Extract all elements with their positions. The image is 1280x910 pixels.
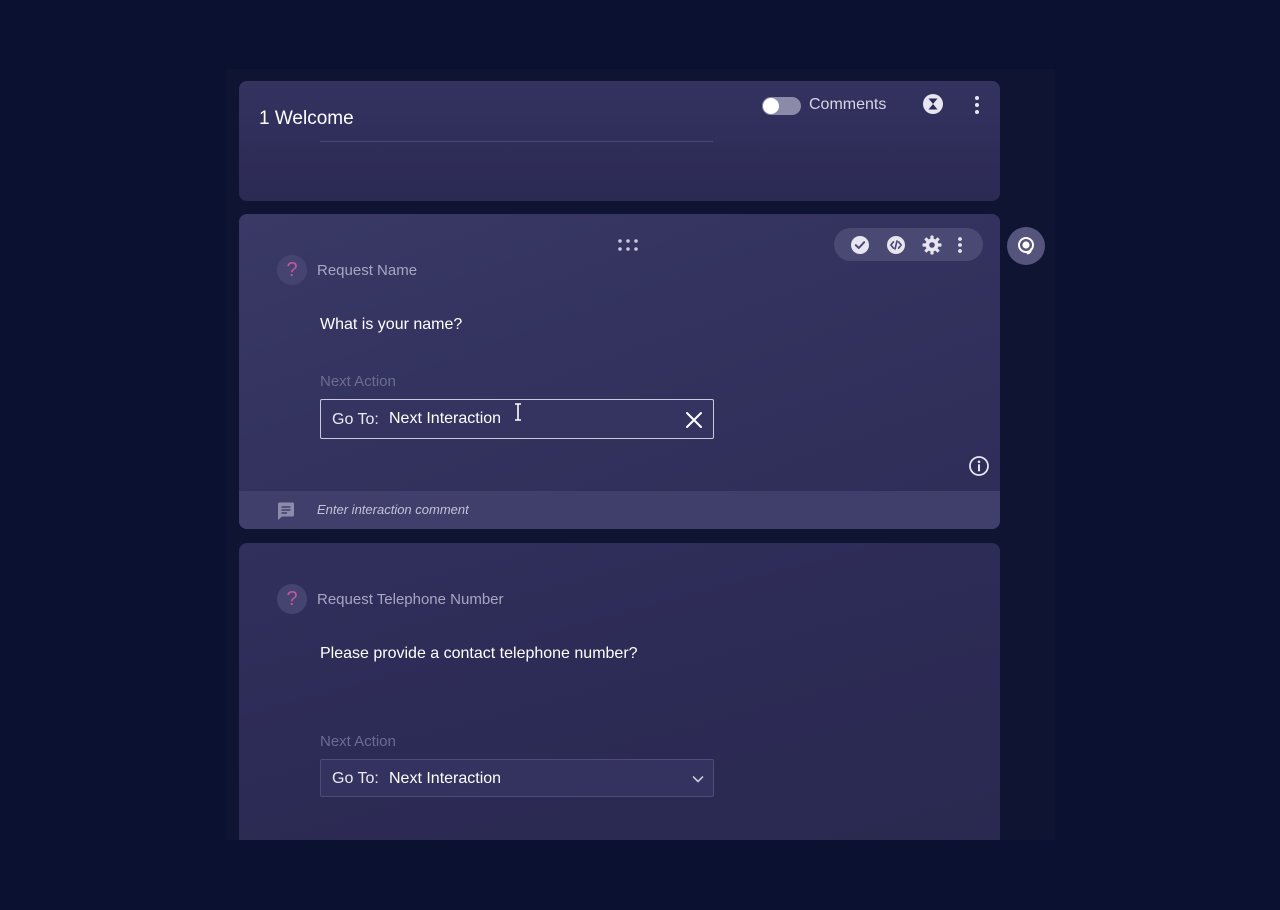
interaction-comment-input[interactable]: Enter interaction comment xyxy=(317,502,469,517)
close-icon[interactable] xyxy=(684,410,704,430)
interaction-title: Request Telephone Number xyxy=(317,591,504,608)
chevron-down-icon[interactable] xyxy=(691,772,705,786)
interaction-comment-bar: Enter interaction comment xyxy=(239,491,1000,529)
hourglass-icon[interactable] xyxy=(922,93,944,115)
next-action-label: Next Action xyxy=(320,733,396,750)
interaction-prompt[interactable]: What is your name? xyxy=(320,316,462,334)
next-action-input[interactable]: Go To: Next Interaction xyxy=(320,399,714,439)
flow-title: 1 Welcome xyxy=(259,108,354,129)
comments-toggle[interactable] xyxy=(762,97,801,115)
header-divider xyxy=(320,141,713,142)
goto-value[interactable]: Next Interaction xyxy=(389,410,501,428)
code-icon[interactable] xyxy=(885,234,907,256)
interaction-title: Request Name xyxy=(317,262,418,279)
comments-toggle-label: Comments xyxy=(809,96,887,113)
more-vertical-icon[interactable] xyxy=(952,234,968,256)
agent-button[interactable] xyxy=(1007,227,1045,265)
info-icon[interactable] xyxy=(968,455,990,477)
flow-header-card: 1 Welcome Comments xyxy=(239,81,1000,201)
more-vertical-icon[interactable] xyxy=(967,93,987,117)
interaction-prompt[interactable]: Please provide a contact telephone numbe… xyxy=(320,645,638,663)
text-cursor-icon xyxy=(515,403,521,421)
drag-handle-icon[interactable] xyxy=(617,238,639,252)
goto-prefix: Go To: xyxy=(332,411,379,428)
question-type-icon: ? xyxy=(277,584,307,614)
interaction-card-request-telephone[interactable]: ? Request Telephone Number Please provid… xyxy=(239,543,1000,840)
question-type-icon: ? xyxy=(277,255,307,285)
goto-prefix: Go To: xyxy=(332,770,379,787)
next-action-label: Next Action xyxy=(320,373,396,390)
check-circle-icon[interactable] xyxy=(849,234,871,256)
agent-icon xyxy=(1018,237,1034,255)
comment-icon xyxy=(278,502,294,520)
goto-value: Next Interaction xyxy=(389,770,502,787)
interaction-toolbar xyxy=(834,228,983,261)
toggle-knob xyxy=(763,98,779,114)
flow-editor-panel: 1 Welcome Comments ? Request Name What i… xyxy=(227,69,1055,840)
gear-icon[interactable] xyxy=(921,234,943,256)
next-action-select[interactable]: Go To: Next Interaction xyxy=(320,759,714,797)
interaction-card-request-name[interactable]: ? Request Name What is your name? Next A… xyxy=(239,214,1000,529)
